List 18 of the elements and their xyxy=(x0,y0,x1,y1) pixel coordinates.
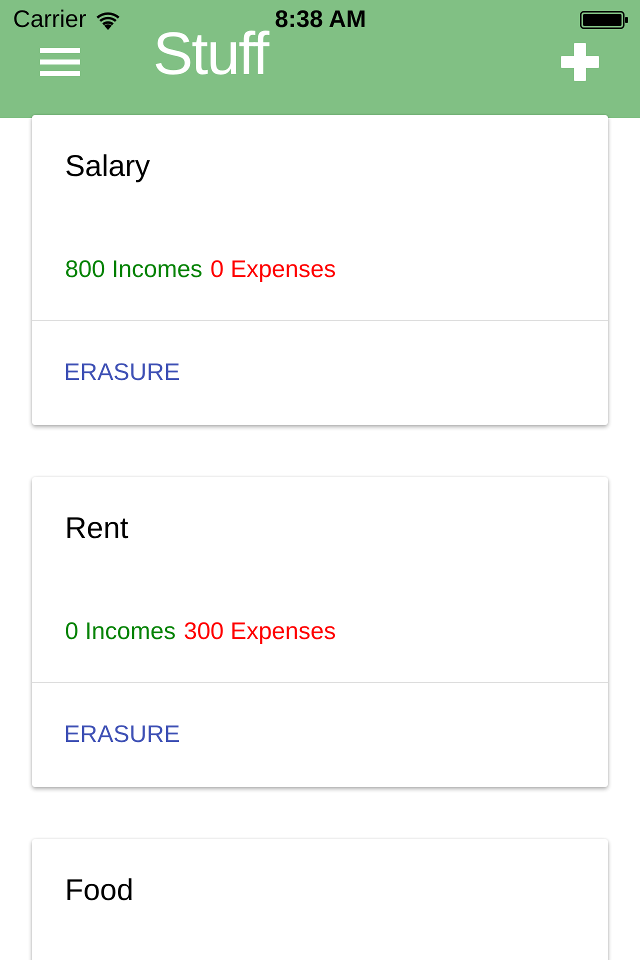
erasure-button[interactable]: ERASURE xyxy=(48,705,196,765)
expenses-text: 0 Expenses xyxy=(210,255,336,285)
battery-icon xyxy=(580,11,628,29)
card-title: Food xyxy=(65,873,134,909)
menu-button[interactable] xyxy=(40,48,80,76)
wifi-icon xyxy=(96,10,120,30)
time-text: 8:38 AM xyxy=(274,6,366,34)
erasure-button[interactable]: ERASURE xyxy=(48,343,196,403)
incomes-text: 800 Incomes xyxy=(65,255,202,285)
carrier-text: Carrier xyxy=(13,6,86,34)
plus-icon xyxy=(560,42,600,82)
expenses-text: 300 Expenses xyxy=(184,617,336,647)
incomes-text: 0 Incomes xyxy=(65,617,176,647)
menu-icon xyxy=(40,48,80,76)
card-title: Rent xyxy=(65,511,128,547)
page-title: Stuff xyxy=(153,22,268,86)
add-button[interactable] xyxy=(560,42,600,82)
card-title: Salary xyxy=(65,149,150,185)
